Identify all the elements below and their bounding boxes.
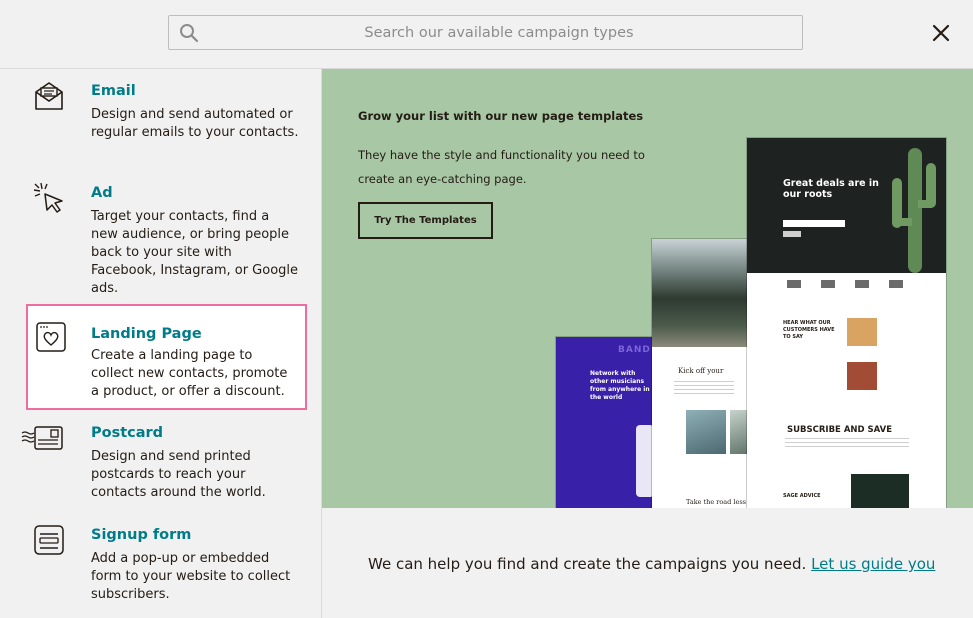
campaign-description: Design and send printed postcards to rea… — [91, 449, 266, 500]
campaign-item-postcard[interactable]: Postcard Design and send printed postcar… — [21, 411, 307, 511]
help-footer: We can help you find and create the camp… — [322, 508, 973, 618]
hero-cta — [783, 231, 801, 237]
avatar-2 — [847, 362, 877, 390]
campaign-title: Email — [91, 83, 136, 99]
template-preview-band: BAND Network with other musicians from a… — [556, 337, 656, 508]
kick-off-heading: Kick off your — [678, 367, 724, 375]
promo-headline: Grow your list with our new page templat… — [358, 109, 644, 123]
envelope-icon — [35, 82, 63, 110]
templates-promo: Grow your list with our new page templat… — [322, 69, 973, 508]
campaign-description: Design and send automated or regular ema… — [91, 107, 299, 140]
take-road-heading: Take the road less — [686, 498, 746, 506]
campaign-item-ad[interactable]: Ad Target your contacts, find a new audi… — [26, 171, 307, 303]
testimonials-heading: HEAR WHAT OUR CUSTOMERS HAVE TO SAY — [783, 320, 835, 340]
hero-form — [783, 220, 845, 227]
campaign-description: Create a landing page to collect new con… — [91, 348, 288, 399]
deals-heading: Great deals are in our roots — [783, 178, 879, 200]
campaign-title: Ad — [91, 185, 113, 201]
campaign-description: Add a pop-up or embedded form to your we… — [91, 551, 291, 602]
template-preview-cactus: Great deals are in our roots HEAR WHAT O… — [747, 138, 946, 508]
try-templates-button[interactable]: Try The Templates — [358, 202, 493, 239]
campaign-type-list: Email Design and send automated or regul… — [0, 69, 322, 618]
search-box[interactable] — [168, 15, 803, 50]
header — [0, 0, 973, 69]
subscribe-heading: SUBSCRIBE AND SAVE — [787, 425, 893, 435]
cactus-illustration — [892, 148, 936, 273]
avatar-1 — [847, 318, 877, 346]
guide-link[interactable]: Let us guide you — [811, 555, 935, 573]
template-preview-outdoor: Kick off your Take the road less — [652, 239, 752, 508]
form-icon — [34, 525, 64, 555]
gallery-photo-1 — [686, 410, 726, 454]
campaign-title: Signup form — [91, 527, 192, 543]
help-message: We can help you find and create the camp… — [368, 555, 807, 573]
campaign-description: Target your contacts, find a new audienc… — [91, 209, 299, 296]
campaign-item-signup-form[interactable]: Signup form Add a pop-up or embedded for… — [26, 513, 307, 613]
placeholder-lines — [674, 381, 734, 395]
promo-body: They have the style and functionality yo… — [358, 148, 645, 186]
forest-photo — [652, 239, 752, 347]
campaign-item-email[interactable]: Email Design and send automated or regul… — [26, 69, 307, 169]
help-text: We can help you find and create the camp… — [368, 555, 935, 573]
band-text: Network with other musicians from anywhe… — [590, 370, 650, 401]
search-input[interactable] — [209, 16, 789, 49]
campaign-title: Landing Page — [91, 326, 202, 342]
close-icon[interactable] — [930, 22, 952, 44]
heart-page-icon — [36, 322, 66, 352]
search-icon — [180, 24, 199, 43]
cursor-click-icon — [33, 182, 63, 213]
cactus-hero: Great deals are in our roots — [747, 138, 946, 273]
campaign-item-landing-page[interactable]: Landing Page Create a landing page to co… — [26, 304, 307, 410]
campaign-title: Postcard — [91, 425, 164, 441]
advice-heading: SAGE ADVICE — [783, 493, 821, 499]
subscribe-lines — [785, 438, 909, 448]
logo-strip — [787, 280, 907, 288]
postcard-icon — [21, 426, 63, 450]
band-heading: BAND — [618, 345, 651, 355]
plant-photo — [851, 474, 909, 508]
